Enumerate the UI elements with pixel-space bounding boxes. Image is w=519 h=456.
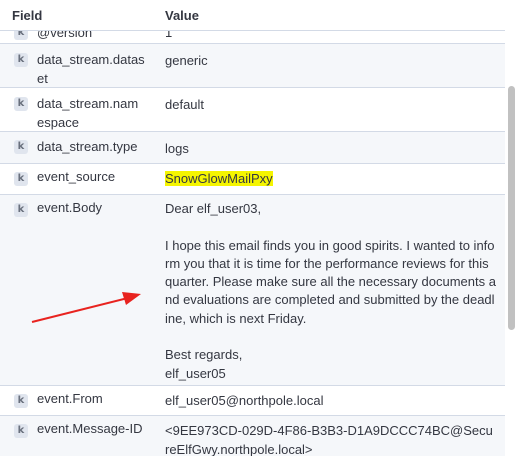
keyword-type-icon: k xyxy=(14,172,28,186)
keyword-type-icon: k xyxy=(14,140,28,154)
table-row: k event.Body Dear elf_user03, I hope thi… xyxy=(0,195,505,386)
table-row: k event.From elf_user05@northpole.local xyxy=(0,386,505,416)
field-value: Dear elf_user03, I hope this email finds… xyxy=(165,201,496,381)
field-value: elf_user05@northpole.local xyxy=(165,393,324,408)
keyword-type-icon: k xyxy=(14,97,28,111)
keyword-type-icon: k xyxy=(14,203,28,217)
document-table: k @version 1 k data_stream.dataset gener… xyxy=(0,0,505,456)
field-name: data_stream.namespace xyxy=(37,96,139,130)
field-value: default xyxy=(165,97,205,112)
field-value: generic xyxy=(165,53,208,68)
table-row: k data_stream.namespace default xyxy=(0,88,505,132)
field-name: event.Message-ID xyxy=(37,421,143,436)
table-row: k data_stream.dataset generic xyxy=(0,44,505,88)
field-column-header: Field xyxy=(12,8,43,23)
field-value: logs xyxy=(165,141,189,156)
value-column-header: Value xyxy=(165,8,199,23)
search-highlight: SnowGlowMailPxy xyxy=(165,171,273,186)
field-name: data_stream.type xyxy=(37,139,138,154)
keyword-type-icon: k xyxy=(14,394,28,408)
field-value: SnowGlowMailPxy xyxy=(165,169,497,188)
table-header: Field Value xyxy=(0,0,505,31)
field-name: event.From xyxy=(37,391,103,406)
field-value: <9EE973CD-029D-4F86-B3B3-D1A9DCCC74BC@Se… xyxy=(165,423,493,456)
table-row: k data_stream.type logs xyxy=(0,132,505,164)
keyword-type-icon: k xyxy=(14,424,28,438)
table-row: k event_source SnowGlowMailPxy xyxy=(0,164,505,195)
keyword-type-icon: k xyxy=(14,53,28,67)
field-name: data_stream.dataset xyxy=(37,52,145,86)
field-name: event_source xyxy=(37,169,116,184)
table-row: k event.Message-ID <9EE973CD-029D-4F86-B… xyxy=(0,416,505,456)
field-name: event.Body xyxy=(37,200,103,215)
scrollbar-thumb[interactable] xyxy=(508,86,515,330)
